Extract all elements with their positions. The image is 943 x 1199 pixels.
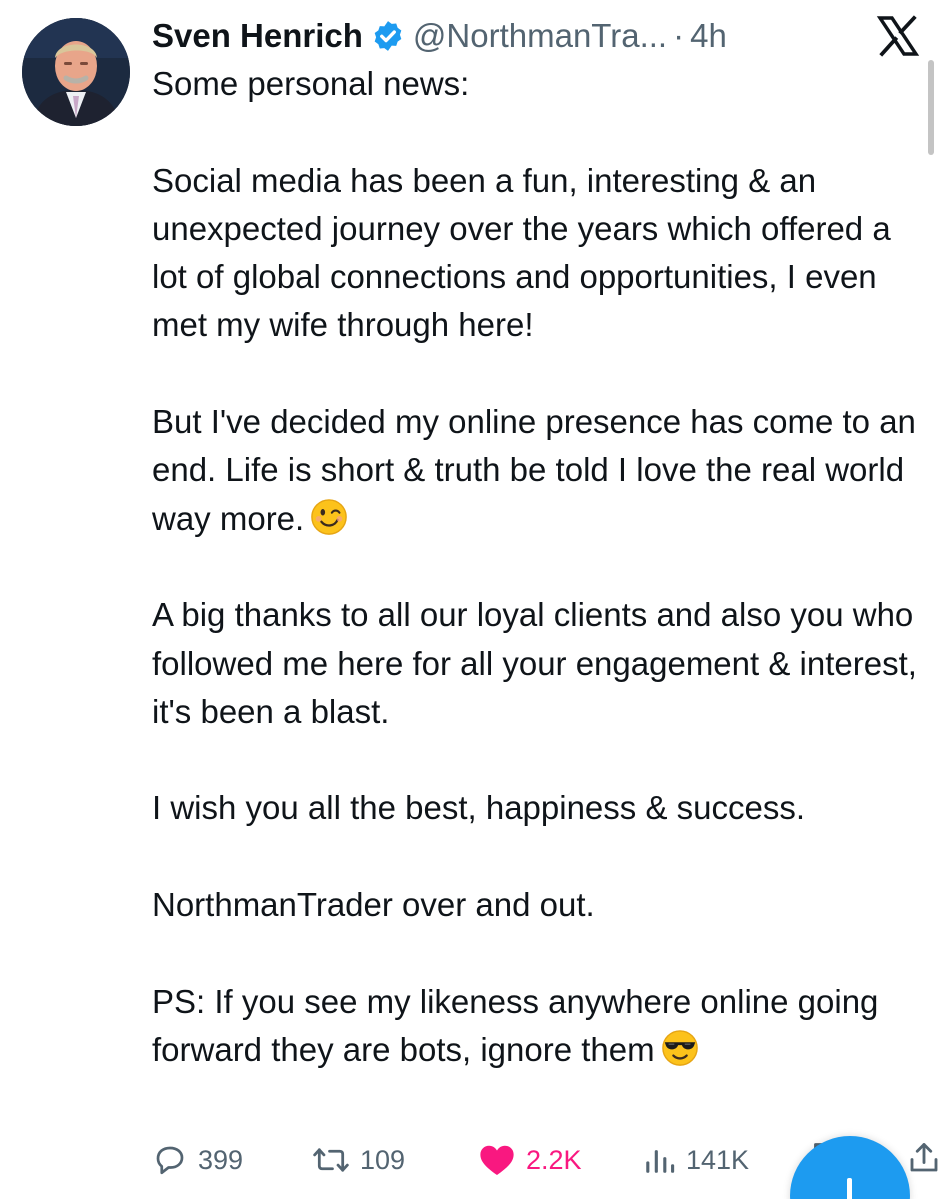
views-button[interactable]: 141K [642,1140,749,1180]
verified-badge-icon [374,21,402,51]
tweet-header: Sven Henrich @NorthmanTra... · 4h [152,14,727,58]
repost-button[interactable]: 109 [312,1140,405,1180]
tweet-paragraph: I wish you all the best, happiness & suc… [152,789,806,827]
x-logo-icon[interactable] [876,14,920,58]
views-icon [646,1150,675,1173]
like-count: 2.2K [526,1144,582,1175]
author-avatar[interactable] [22,18,130,126]
reply-button[interactable]: 399 [152,1140,243,1180]
separator-dot: · [673,17,685,54]
reply-count: 399 [198,1144,244,1175]
tweet-paragraph: But I've decided my online presence has … [152,398,922,543]
share-icon[interactable] [906,1140,942,1176]
repost-icon [313,1148,349,1172]
tweet-paragraph: Social media has been a fun, interesting… [152,161,900,344]
tweet-paragraph: Some personal news: [152,65,470,102]
tweet-paragraph-text: But I've decided my online presence has … [152,403,926,537]
repost-count: 109 [360,1144,406,1175]
views-count: 141K [686,1144,750,1175]
sunglasses-face-emoji-icon [661,1030,698,1066]
author-name[interactable]: Sven Henrich [152,14,363,58]
tweet-timestamp[interactable]: 4h [690,14,727,58]
like-button[interactable]: 2.2K [478,1140,582,1180]
scrollbar-thumb[interactable] [928,60,934,155]
tweet-text: Some personal news: Social media has bee… [152,60,922,1074]
reply-icon [156,1146,184,1175]
author-handle[interactable]: @NorthmanTra... [413,14,667,58]
avatar-image [22,18,130,126]
plus-icon [847,1178,852,1199]
tweet-paragraph: NorthmanTrader over and out. [152,886,595,924]
tweet-paragraph: PS: If you see my likeness anywhere onli… [152,978,922,1075]
tweet-paragraph-text: PS: If you see my likeness anywhere onli… [152,982,888,1068]
winking-face-emoji-icon [311,498,348,535]
tweet-paragraph: A big thanks to all our loyal clients an… [152,596,927,730]
heart-icon [480,1145,514,1176]
